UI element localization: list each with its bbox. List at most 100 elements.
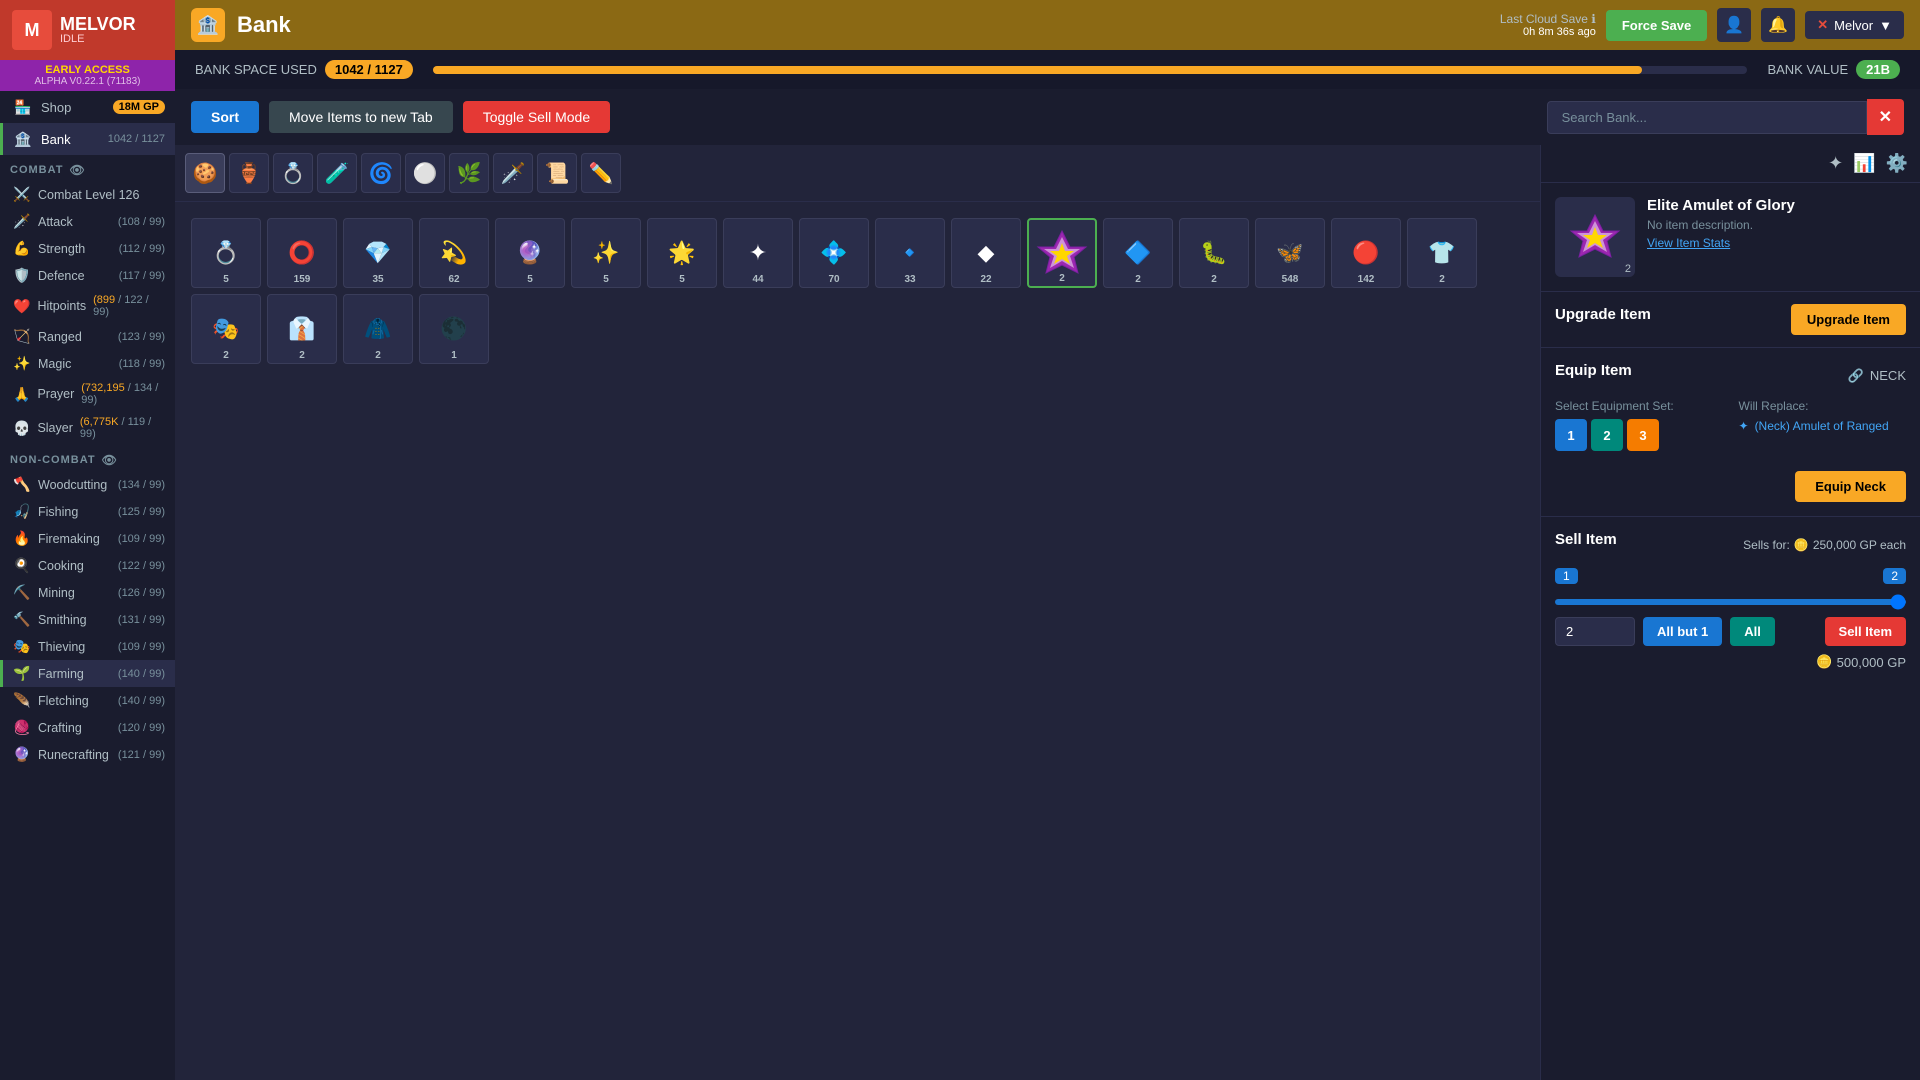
sparkle-button[interactable]: ✦ bbox=[1828, 153, 1843, 174]
force-save-button[interactable]: Force Save bbox=[1606, 10, 1707, 41]
bank-item-4[interactable]: 🔮 5 bbox=[495, 218, 565, 288]
non-combat-visibility-toggle[interactable]: 👁 bbox=[102, 453, 118, 467]
bank-item-20[interactable]: 🌑 1 bbox=[419, 294, 489, 364]
chart-button[interactable]: 📊 bbox=[1853, 153, 1875, 174]
sidebar-item-ranged[interactable]: 🏹 Ranged (123 / 99) bbox=[0, 323, 175, 350]
bank-item-6[interactable]: 🌟 5 bbox=[647, 218, 717, 288]
sidebar-item-mining[interactable]: ⛏️ Mining (126 / 99) bbox=[0, 579, 175, 606]
item-icon-16: 👕 bbox=[1428, 240, 1455, 266]
sidebar-item-crafting[interactable]: 🧶 Crafting (120 / 99) bbox=[0, 714, 175, 741]
profile-name: Melvor bbox=[1834, 18, 1873, 33]
bank-item-18[interactable]: 👔 2 bbox=[267, 294, 337, 364]
bank-item-1[interactable]: ⭕ 159 bbox=[267, 218, 337, 288]
sell-all-but-1-button[interactable]: All but 1 bbox=[1643, 617, 1722, 646]
sidebar-item-bank[interactable]: 🏦 Bank 1042 / 1127 bbox=[0, 123, 175, 155]
profile-button[interactable]: ✕ Melvor ▼ bbox=[1805, 11, 1904, 39]
sidebar-item-strength[interactable]: 💪 Strength (112 / 99) bbox=[0, 235, 175, 262]
sells-for-value: 250,000 GP each bbox=[1813, 538, 1906, 552]
will-replace-item: ✦ (Neck) Amulet of Ranged bbox=[1739, 419, 1907, 433]
item-count-0: 5 bbox=[223, 274, 229, 285]
thieving-label: Thieving bbox=[38, 640, 85, 654]
sidebar-item-shop[interactable]: 🏪 Shop 18M GP bbox=[0, 91, 175, 123]
bank-item-14[interactable]: 🦋 548 bbox=[1255, 218, 1325, 288]
sidebar-item-prayer[interactable]: 🙏 Prayer (732,195 / 134 / 99) bbox=[0, 377, 175, 411]
bank-item-19[interactable]: 🧥 2 bbox=[343, 294, 413, 364]
search-input[interactable] bbox=[1547, 101, 1867, 134]
bank-tab-0[interactable]: 🍪 bbox=[185, 153, 225, 193]
bank-item-11[interactable]: 2 bbox=[1027, 218, 1097, 288]
bank-tab-5[interactable]: ⚪ bbox=[405, 153, 445, 193]
bank-tab-2[interactable]: 💍 bbox=[273, 153, 313, 193]
sell-quantity-input[interactable] bbox=[1555, 617, 1635, 646]
firemaking-icon: 🔥 bbox=[13, 530, 31, 547]
mining-level: (126 / 99) bbox=[118, 587, 165, 599]
sort-button[interactable]: Sort bbox=[191, 101, 259, 133]
notification-icon-button[interactable]: 🔔 bbox=[1761, 8, 1795, 42]
sell-item-button[interactable]: Sell Item bbox=[1825, 617, 1906, 646]
toggle-sell-button[interactable]: Toggle Sell Mode bbox=[463, 101, 610, 133]
view-item-stats-link[interactable]: View Item Stats bbox=[1647, 236, 1906, 250]
firemaking-label: Firemaking bbox=[38, 532, 100, 546]
bank-item-17[interactable]: 🎭 2 bbox=[191, 294, 261, 364]
upgrade-item-button[interactable]: Upgrade Item bbox=[1791, 304, 1906, 335]
farming-label: Farming bbox=[38, 667, 84, 681]
bank-tab-7[interactable]: 🗡️ bbox=[493, 153, 533, 193]
sell-all-button[interactable]: All bbox=[1730, 617, 1775, 646]
sidebar-item-farming[interactable]: 🌱 Farming (140 / 99) bbox=[0, 660, 175, 687]
equip-set-1-button[interactable]: 1 bbox=[1555, 419, 1587, 451]
bank-item-0[interactable]: 💍 5 bbox=[191, 218, 261, 288]
sidebar-item-hitpoints[interactable]: ❤️ Hitpoints (899 / 122 / 99) bbox=[0, 289, 175, 323]
bank-tab-9[interactable]: ✏️ bbox=[581, 153, 621, 193]
item-count-11: 2 bbox=[1059, 273, 1065, 284]
neck-icon: 🔗 bbox=[1848, 368, 1864, 384]
user-icon-button[interactable]: 👤 bbox=[1717, 8, 1751, 42]
fletching-label: Fletching bbox=[38, 694, 89, 708]
equip-set-3-button[interactable]: 3 bbox=[1627, 419, 1659, 451]
sell-quantity-slider[interactable] bbox=[1555, 599, 1906, 605]
bank-value-label: BANK VALUE bbox=[1767, 62, 1848, 77]
sidebar-item-smithing[interactable]: 🔨 Smithing (131 / 99) bbox=[0, 606, 175, 633]
sidebar-item-defence[interactable]: 🛡️ Defence (117 / 99) bbox=[0, 262, 175, 289]
sidebar-item-runecrafting[interactable]: 🔮 Runecrafting (121 / 99) bbox=[0, 741, 175, 768]
equip-neck-button[interactable]: Equip Neck bbox=[1795, 471, 1906, 502]
bank-tab-8[interactable]: 📜 bbox=[537, 153, 577, 193]
non-combat-label: NON-COMBAT bbox=[10, 454, 96, 466]
sidebar-item-firemaking[interactable]: 🔥 Firemaking (109 / 99) bbox=[0, 525, 175, 552]
bank-item-15[interactable]: 🔴 142 bbox=[1331, 218, 1401, 288]
bank-item-3[interactable]: 💫 62 bbox=[419, 218, 489, 288]
sidebar-item-combat-level[interactable]: ⚔️ Combat Level 126 bbox=[0, 181, 175, 208]
bank-tab-1[interactable]: 🏺 bbox=[229, 153, 269, 193]
sidebar-item-fletching[interactable]: 🪶 Fletching (140 / 99) bbox=[0, 687, 175, 714]
bank-item-8[interactable]: 💠 70 bbox=[799, 218, 869, 288]
bank-item-12[interactable]: 🔷 2 bbox=[1103, 218, 1173, 288]
sidebar-item-magic[interactable]: ✨ Magic (118 / 99) bbox=[0, 350, 175, 377]
bank-tab-4[interactable]: 🌀 bbox=[361, 153, 401, 193]
bank-item-10[interactable]: ◆ 22 bbox=[951, 218, 1021, 288]
sidebar-item-attack[interactable]: 🗡️ Attack (108 / 99) bbox=[0, 208, 175, 235]
settings-button[interactable]: ⚙️ bbox=[1886, 153, 1908, 174]
bank-item-13[interactable]: 🐛 2 bbox=[1179, 218, 1249, 288]
search-clear-button[interactable]: ✕ bbox=[1867, 99, 1904, 135]
bank-item-5[interactable]: ✨ 5 bbox=[571, 218, 641, 288]
bank-item-16[interactable]: 👕 2 bbox=[1407, 218, 1477, 288]
item-count-7: 44 bbox=[752, 274, 763, 285]
sidebar-item-thieving[interactable]: 🎭 Thieving (109 / 99) bbox=[0, 633, 175, 660]
sidebar-item-slayer[interactable]: 💀 Slayer (6,775K / 119 / 99) bbox=[0, 411, 175, 445]
bank-item-9[interactable]: 🔹 33 bbox=[875, 218, 945, 288]
item-preview: 2 bbox=[1555, 197, 1635, 277]
sidebar-item-woodcutting[interactable]: 🪓 Woodcutting (134 / 99) bbox=[0, 471, 175, 498]
equip-set-2-button[interactable]: 2 bbox=[1591, 419, 1623, 451]
item-count-1: 159 bbox=[294, 274, 311, 285]
sidebar-item-cooking[interactable]: 🍳 Cooking (122 / 99) bbox=[0, 552, 175, 579]
item-icon-5: ✨ bbox=[592, 240, 619, 266]
combat-visibility-toggle[interactable]: 👁 bbox=[69, 163, 85, 177]
bank-item-2[interactable]: 💎 35 bbox=[343, 218, 413, 288]
crafting-level: (120 / 99) bbox=[118, 722, 165, 734]
move-items-button[interactable]: Move Items to new Tab bbox=[269, 101, 453, 133]
bank-tab-6[interactable]: 🌿 bbox=[449, 153, 489, 193]
logo-sub: IDLE bbox=[60, 33, 136, 45]
item-icon-8: 💠 bbox=[820, 240, 847, 266]
bank-item-7[interactable]: ✦ 44 bbox=[723, 218, 793, 288]
bank-tab-3[interactable]: 🧪 bbox=[317, 153, 357, 193]
sidebar-item-fishing[interactable]: 🎣 Fishing (125 / 99) bbox=[0, 498, 175, 525]
